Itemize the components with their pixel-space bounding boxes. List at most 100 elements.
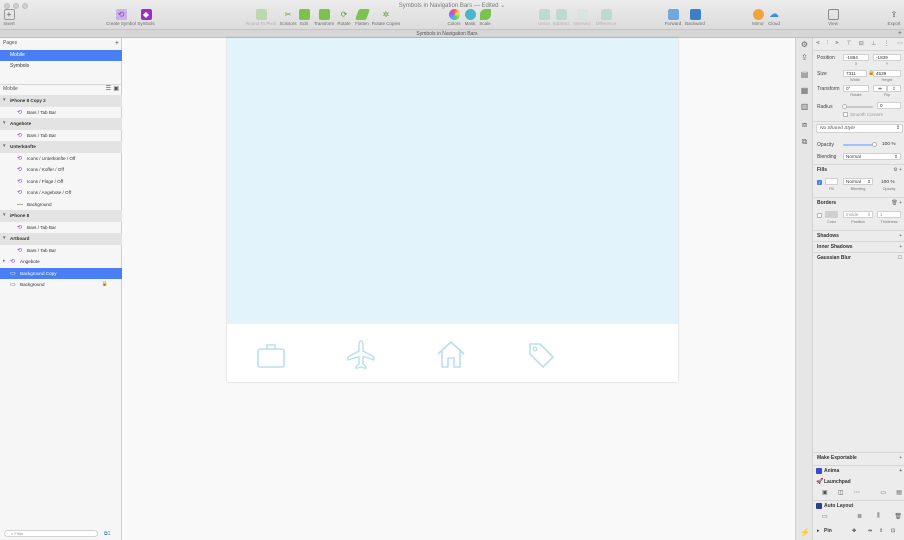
border-thickness-field[interactable]: 1 <box>877 211 901 218</box>
layer-group-angebote[interactable]: ▾ Angebote <box>0 118 122 130</box>
pin-all-icon[interactable]: ✥ <box>852 526 856 537</box>
auto-layout-plugin-row[interactable]: Auto Layout <box>814 500 904 511</box>
stack-icon[interactable]: ≣ <box>857 513 862 520</box>
height-field[interactable]: 4539 <box>873 70 901 77</box>
fill-color-well[interactable] <box>825 178 838 185</box>
layer-rect-background[interactable]: ▭ Background 🔒 <box>0 279 122 291</box>
columns-icon[interactable]: ⫼ <box>877 513 880 520</box>
canvas[interactable] <box>122 38 795 540</box>
layer-symbol[interactable]: ⟲ Bars / Tab Bar <box>0 222 122 234</box>
opacity-value[interactable]: 100 % <box>882 142 896 147</box>
fill-enabled-checkbox[interactable]: ✓ <box>817 180 822 185</box>
add-page-button[interactable]: + <box>115 39 119 48</box>
cloud-button[interactable]: ☁ Cloud <box>759 9 789 26</box>
shared-style-select[interactable]: No Shared Style ⇕ <box>816 124 903 133</box>
upload-icon[interactable]: ⇪ <box>800 53 809 62</box>
disclosure-open-icon[interactable]: ▾ <box>3 95 6 107</box>
export-button[interactable]: ⇪ Export <box>879 9 904 26</box>
trash-icon[interactable]: 🗑 <box>891 200 899 206</box>
position-y-field[interactable]: -1839 <box>873 54 901 61</box>
width-field[interactable]: 7311 <box>843 70 867 77</box>
add-border-button[interactable]: + <box>899 200 902 206</box>
layer-rect-background-copy[interactable]: ▭ Background Copy <box>0 267 122 279</box>
layer-symbol[interactable]: ⟲ Icons / Flüge / Off <box>0 176 122 188</box>
document-tab[interactable]: Symbols in Navigation Bars <box>0 30 894 38</box>
shadows-header[interactable]: Shadows + <box>814 230 904 240</box>
opacity-slider[interactable] <box>843 144 875 146</box>
window-icon[interactable]: ▭ <box>880 489 886 496</box>
lock-icon[interactable]: 🔒 <box>102 279 108 291</box>
smooth-corners-checkbox[interactable] <box>843 112 848 117</box>
trash-icon[interactable]: 🗑 <box>894 513 902 520</box>
panel-icon[interactable]: ▤ <box>896 489 902 496</box>
anima-plugin-row[interactable]: Anima + <box>814 465 904 476</box>
artboard[interactable] <box>227 38 678 382</box>
add-fill-button[interactable]: + <box>899 167 902 173</box>
disclosure-open-icon[interactable]: ▾ <box>3 118 6 130</box>
disclosure-closed-icon[interactable]: ▸ <box>3 256 6 268</box>
distribute-icon[interactable]: ⋮ <box>884 40 890 48</box>
filter-options[interactable]: ⧉1 <box>104 531 110 537</box>
disclosure-open-icon[interactable]: ▾ <box>3 233 6 245</box>
symbols-button[interactable]: ◆ Symbols <box>131 9 161 26</box>
border-enabled-checkbox[interactable] <box>817 213 822 218</box>
layer-symbol[interactable]: ⟲ Icons / Unterkünfte / Off <box>0 153 122 165</box>
add-inner-shadow-button[interactable]: + <box>899 242 902 252</box>
opacity-slider-knob[interactable] <box>872 142 877 147</box>
lightning-icon[interactable]: ⚡ <box>800 528 810 537</box>
box-icon[interactable]: ◫ <box>838 489 844 496</box>
align-left-icon[interactable]: ⫷ <box>816 40 819 48</box>
grid-icon[interactable]: ▦ <box>800 86 809 95</box>
layer-filter-input[interactable]: ⌕ Filter <box>4 530 98 537</box>
gaussian-blur-header[interactable]: Gaussian Blur ☐ <box>814 252 904 262</box>
position-x-field[interactable]: -1884 <box>843 54 869 61</box>
insert-button[interactable]: + Insert <box>0 9 24 26</box>
border-position-select[interactable]: Inside ⇕ <box>843 211 873 218</box>
layer-group-iphone8[interactable]: ▾ iPhone 8 <box>0 210 122 222</box>
layer-symbol-angebote[interactable]: ▸ ⟲ Angebote <box>0 256 122 268</box>
fill-blend-select[interactable]: Normal ⇕ <box>843 178 873 185</box>
align-middle-icon[interactable]: ⊟ <box>859 40 864 48</box>
add-icon[interactable]: + <box>899 466 902 477</box>
flip-vertical-button[interactable]: ⇳ <box>887 85 901 92</box>
page-item-mobile[interactable]: Mobile <box>0 50 122 61</box>
scale-button[interactable]: Scale <box>470 9 500 26</box>
layer-symbol[interactable]: ⟲ Icons / Koffer / Off <box>0 164 122 176</box>
align-center-icon[interactable]: ⫶ <box>827 40 829 48</box>
fill-opacity-value[interactable]: 100 % <box>881 180 895 185</box>
blur-toggle-checkbox[interactable]: ☐ <box>898 253 902 263</box>
collapse-icon[interactable]: ▣ <box>113 85 119 94</box>
home-icon[interactable] <box>436 340 466 370</box>
radius-field[interactable]: 0 <box>877 102 901 109</box>
align-top-icon[interactable]: ⊤ <box>846 40 851 48</box>
disclosure-open-icon[interactable]: ▾ <box>3 141 6 153</box>
align-bottom-icon[interactable]: ⊥ <box>871 40 876 48</box>
add-export-button[interactable]: + <box>899 453 902 463</box>
radius-slider-knob[interactable] <box>842 104 847 109</box>
radius-slider[interactable] <box>843 106 873 108</box>
blending-select[interactable]: Normal ⇕ <box>843 153 901 160</box>
inner-shadows-header[interactable]: Inner Shadows + <box>814 241 904 251</box>
pin-vertical-icon[interactable]: ⇳ <box>879 526 883 537</box>
view-button[interactable]: View <box>818 9 848 26</box>
new-tab-button[interactable]: + <box>898 30 902 38</box>
make-exportable-header[interactable]: Make Exportable + <box>814 452 904 462</box>
backward-button[interactable]: Backward <box>680 9 710 26</box>
layer-symbol[interactable]: ⟲ Bars / Tab Bar <box>0 130 122 142</box>
list-view-icon[interactable]: ☰ <box>106 85 111 94</box>
pin-center-icon[interactable]: ⊡ <box>891 526 895 537</box>
pin-horizontal-icon[interactable]: ⇹ <box>868 526 872 537</box>
frame-icon[interactable]: ▭ <box>822 513 828 520</box>
difference-button[interactable]: Difference <box>591 9 621 26</box>
airplane-icon[interactable] <box>346 340 376 370</box>
more-icon[interactable]: ⋯ <box>854 489 860 496</box>
page-item-symbols[interactable]: Symbols <box>0 61 122 72</box>
layer-line[interactable]: — Background <box>0 199 122 211</box>
suitcase-icon[interactable] <box>256 340 286 370</box>
layer-group-unterkuenfte[interactable]: ▾ Unterkünfte <box>0 141 122 153</box>
image-icon[interactable]: ▣ <box>822 489 828 496</box>
add-shadow-button[interactable]: + <box>899 231 902 241</box>
rotate-field[interactable]: 0° <box>843 85 869 92</box>
layer-symbol[interactable]: ⟲ Icons / Angebote / Off <box>0 187 122 199</box>
layout-icon[interactable]: ▤ <box>800 70 809 79</box>
